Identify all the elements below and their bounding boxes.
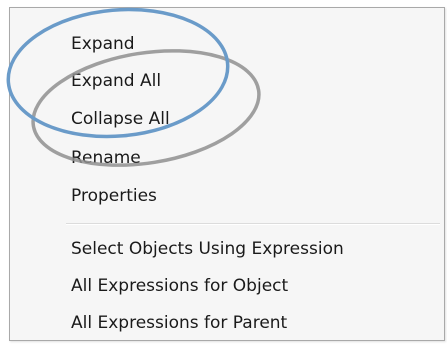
menu-item-label: Select Objects Using Expression: [71, 239, 344, 259]
context-menu: Expand Expand All Collapse All Rename Pr…: [9, 7, 445, 341]
menu-item-label: Expand: [71, 34, 135, 54]
menu-item-label: Collapse All: [71, 109, 170, 129]
menu-item-all-expressions-for-parent[interactable]: All Expressions for Parent: [10, 304, 444, 342]
menu-item-rename[interactable]: Rename: [10, 139, 444, 177]
menu-item-label: All Expressions for Object: [71, 276, 289, 296]
menu-item-expand-all[interactable]: Expand All: [10, 62, 444, 100]
menu-item-label: Rename: [71, 148, 141, 168]
menu-item-select-objects-using-expression[interactable]: Select Objects Using Expression: [10, 230, 444, 268]
menu-separator: [66, 223, 440, 225]
menu-item-expand[interactable]: Expand: [10, 25, 444, 63]
menu-item-collapse-all[interactable]: Collapse All: [10, 100, 444, 138]
menu-item-label: Properties: [71, 186, 157, 206]
menu-item-label: Expand All: [71, 71, 162, 91]
menu-item-properties[interactable]: Properties: [10, 177, 444, 215]
menu-item-all-expressions-for-object[interactable]: All Expressions for Object: [10, 267, 444, 305]
menu-item-label: All Expressions for Parent: [71, 313, 288, 333]
